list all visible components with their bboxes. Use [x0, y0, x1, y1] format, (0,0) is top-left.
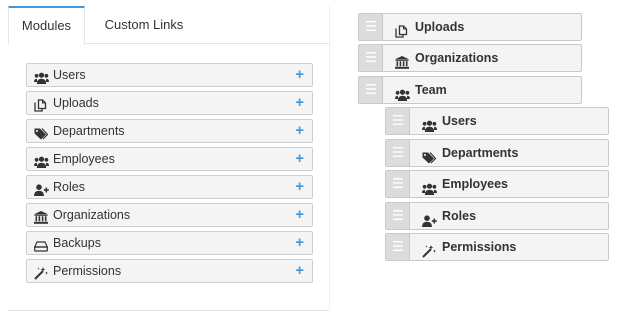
module-item-permissions[interactable]: Permissions + [26, 259, 313, 283]
add-icon[interactable]: + [295, 64, 304, 86]
module-item-organizations[interactable]: Organizations + [26, 203, 313, 227]
module-item-employees[interactable]: Employees + [26, 147, 313, 171]
user-plus-icon [34, 181, 49, 196]
module-label: Departments [53, 124, 125, 138]
tree-item-label: Departments [442, 146, 519, 160]
tree-item-label: Roles [442, 209, 477, 223]
module-item-backups[interactable]: Backups + [26, 231, 313, 255]
module-label: Permissions [53, 264, 122, 278]
tree-item-label: Employees [442, 177, 509, 191]
bank-icon [395, 52, 409, 69]
add-icon[interactable]: + [295, 232, 304, 254]
tree-item-label: Uploads [415, 20, 465, 34]
add-icon[interactable]: + [295, 92, 304, 114]
tree-item-users[interactable]: Users [385, 107, 609, 135]
add-icon[interactable]: + [295, 176, 304, 198]
module-label: Uploads [53, 96, 99, 110]
drag-handle-icon[interactable] [359, 77, 383, 103]
tab-bar: Modules Custom Links [8, 6, 330, 45]
tree-item-roles[interactable]: Roles [385, 202, 609, 230]
module-list: Users + Uploads + Departments + Employees + Role… [26, 63, 313, 287]
drag-handle-icon[interactable] [386, 108, 410, 134]
tree-item-team[interactable]: Team [358, 76, 582, 104]
module-item-departments[interactable]: Departments + [26, 119, 313, 143]
tree-item-label: Team [415, 83, 447, 97]
modules-panel: Modules Custom Links Users + Uploads + Depar… [8, 6, 330, 311]
module-label: Employees [53, 152, 115, 166]
module-item-users[interactable]: Users + [26, 63, 313, 87]
copy-icon [395, 21, 409, 38]
tags-icon [422, 147, 437, 164]
tree-item-permissions[interactable]: Permissions [385, 233, 609, 261]
tab-modules[interactable]: Modules [8, 6, 85, 45]
tags-icon [34, 125, 49, 140]
users-icon [422, 115, 437, 132]
drag-handle-icon[interactable] [359, 45, 383, 71]
tree-item-label: Permissions [442, 240, 517, 254]
drag-handle-icon[interactable] [386, 234, 410, 260]
add-icon[interactable]: + [295, 204, 304, 226]
module-item-roles[interactable]: Roles + [26, 175, 313, 199]
module-label: Backups [53, 236, 101, 250]
drag-handle-icon[interactable] [386, 203, 410, 229]
hdd-icon [33, 237, 49, 252]
tree-item-label: Users [442, 114, 477, 128]
tab-custom-links[interactable]: Custom Links [103, 6, 185, 45]
tree-item-organizations[interactable]: Organizations [358, 44, 582, 72]
users-icon [34, 69, 49, 84]
module-label: Organizations [53, 208, 131, 222]
bank-icon [34, 209, 48, 224]
users-icon [395, 84, 410, 101]
copy-icon [34, 97, 48, 112]
users-icon [422, 178, 437, 195]
drag-handle-icon[interactable] [386, 171, 410, 197]
module-item-uploads[interactable]: Uploads + [26, 91, 313, 115]
module-label: Roles [53, 180, 85, 194]
module-label: Users [53, 68, 86, 82]
magic-wand-icon [422, 241, 436, 258]
users-icon [34, 153, 49, 168]
tree-item-uploads[interactable]: Uploads [358, 13, 582, 41]
drag-handle-icon[interactable] [359, 14, 383, 40]
tree-item-employees[interactable]: Employees [385, 170, 609, 198]
tree-item-label: Organizations [415, 51, 499, 65]
add-icon[interactable]: + [295, 260, 304, 282]
add-icon[interactable]: + [295, 120, 304, 142]
tree-item-departments[interactable]: Departments [385, 139, 609, 167]
add-icon[interactable]: + [295, 148, 304, 170]
magic-wand-icon [34, 265, 48, 280]
drag-handle-icon[interactable] [386, 140, 410, 166]
user-plus-icon [422, 210, 437, 227]
